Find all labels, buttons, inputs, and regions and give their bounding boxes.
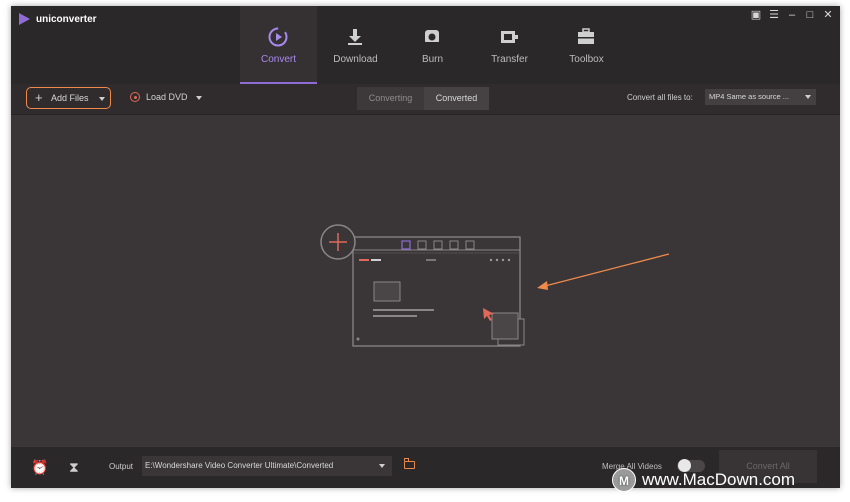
tab-download-label: Download [333, 54, 378, 65]
status-segmented-control: Converting Converted [357, 87, 489, 110]
load-dvd-dropdown-icon[interactable] [196, 96, 202, 100]
burn-icon [425, 30, 439, 44]
tab-burn[interactable]: Burn [394, 6, 471, 84]
app-title: uniconverter [36, 13, 97, 25]
app-window: uniconverter ▣ ☰ – □ ✕ Convert Download … [11, 6, 840, 488]
output-format-select[interactable]: MP4 Same as source ... [705, 89, 816, 105]
feedback-icon[interactable]: ▣ [750, 8, 762, 22]
tab-toolbox-label: Toolbox [569, 54, 604, 65]
lightning-icon[interactable]: ⧗ [69, 459, 79, 475]
app-logo: uniconverter [19, 13, 97, 25]
menu-icon[interactable]: ☰ [768, 8, 780, 22]
toolbox-icon [578, 28, 594, 44]
toolbar: + Add Files Load DVD Converting Converte… [11, 84, 840, 115]
drop-area[interactable] [11, 115, 840, 447]
tab-toolbox[interactable]: Toolbox [548, 6, 625, 84]
tab-burn-label: Burn [421, 54, 444, 65]
convert-all-label: Convert all files to: [627, 93, 693, 102]
download-icon [348, 29, 362, 45]
load-dvd-button[interactable]: Load DVD [130, 92, 188, 102]
transfer-icon [501, 31, 518, 43]
watermark-logo: M [612, 468, 636, 492]
title-bar: uniconverter ▣ ☰ – □ ✕ Convert Download … [11, 6, 840, 84]
folder-icon[interactable] [404, 458, 415, 469]
output-format-value: MP4 Same as source ... [709, 92, 790, 101]
tab-convert[interactable]: Convert [240, 6, 317, 84]
maximize-icon[interactable]: □ [804, 8, 816, 22]
watermark-text: www.MacDown.com [642, 470, 796, 489]
add-files-dropdown-icon[interactable] [99, 97, 105, 101]
play-logo-icon [19, 13, 30, 25]
output-path-value: E:\Wondershare Video Converter Ultimate\… [145, 461, 334, 470]
close-icon[interactable]: ✕ [822, 8, 834, 22]
convert-icon [268, 27, 288, 47]
drop-illustration [320, 224, 670, 347]
dvd-icon [130, 92, 140, 102]
tab-converting[interactable]: Converting [357, 87, 424, 110]
add-files-label: Add Files [51, 93, 89, 103]
main-tabs: Convert Download Burn Transfer Toolbox [240, 6, 625, 84]
tab-download[interactable]: Download [317, 6, 394, 84]
output-label: Output [109, 462, 134, 471]
tab-transfer-label: Transfer [491, 54, 528, 65]
add-plus-icon: + [35, 90, 43, 105]
load-dvd-label: Load DVD [146, 92, 188, 102]
output-path-select[interactable]: E:\Wondershare Video Converter Ultimate\… [142, 456, 392, 476]
format-dropdown-icon [805, 95, 811, 99]
tab-converted[interactable]: Converted [424, 87, 489, 110]
add-files-button[interactable]: + Add Files [26, 87, 111, 109]
minimize-icon[interactable]: – [786, 8, 798, 22]
tab-transfer[interactable]: Transfer [471, 6, 548, 84]
watermark: M www.MacDown.com [612, 468, 795, 492]
alarm-clock-icon[interactable]: ⏰ [31, 459, 48, 475]
window-controls: ▣ ☰ – □ ✕ [750, 8, 834, 22]
output-dropdown-icon [379, 464, 385, 468]
tab-convert-label: Convert [260, 54, 296, 65]
